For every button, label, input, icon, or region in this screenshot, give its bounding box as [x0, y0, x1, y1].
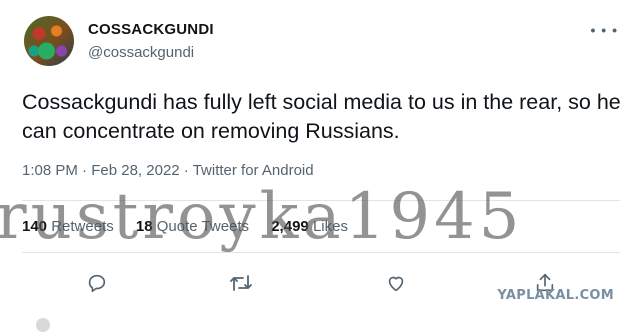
- likes-label: Likes: [312, 218, 348, 235]
- corner-watermark: YAPLAKAL.COM: [497, 288, 614, 303]
- quotes-label: Quote Tweets: [156, 218, 250, 235]
- retweets-label: Retweets: [51, 218, 114, 235]
- more-options-icon[interactable]: • • •: [591, 22, 618, 38]
- like-button[interactable]: [381, 268, 411, 298]
- reply-avatar: [36, 318, 50, 332]
- avatar[interactable]: [24, 16, 74, 66]
- divider: [22, 200, 620, 201]
- retweets-count: 140: [22, 218, 48, 235]
- retweet-button[interactable]: [226, 268, 256, 298]
- meta-separator: ·: [82, 162, 92, 179]
- likes-count: 2,499: [271, 218, 309, 235]
- author-handle[interactable]: @cossackgundi: [88, 44, 194, 61]
- author-name[interactable]: COSSACKGUNDI: [88, 21, 214, 38]
- likes-stat[interactable]: 2,499 Likes: [271, 218, 348, 235]
- reply-icon: [88, 274, 106, 293]
- divider: [22, 252, 620, 253]
- tweet-text: Cossackgundi has fully left social media…: [22, 90, 621, 143]
- engagement-stats: 140 Retweets 18 Quote Tweets 2,499 Likes: [22, 218, 366, 235]
- quotes-stat[interactable]: 18 Quote Tweets: [136, 218, 249, 235]
- tweet-meta: 1:08 PM · Feb 28, 2022 · Twitter for And…: [22, 162, 314, 179]
- like-icon: [388, 276, 404, 292]
- retweet-icon: [230, 275, 252, 291]
- tweet-time[interactable]: 1:08 PM: [22, 162, 78, 179]
- tweet-source[interactable]: Twitter for Android: [193, 162, 314, 179]
- meta-separator: ·: [183, 162, 193, 179]
- reply-button[interactable]: [82, 268, 112, 298]
- retweets-stat[interactable]: 140 Retweets: [22, 218, 114, 235]
- quotes-count: 18: [135, 218, 153, 235]
- overlay-watermark: rustroyka1945: [0, 180, 524, 254]
- tweet-date[interactable]: Feb 28, 2022: [91, 162, 179, 179]
